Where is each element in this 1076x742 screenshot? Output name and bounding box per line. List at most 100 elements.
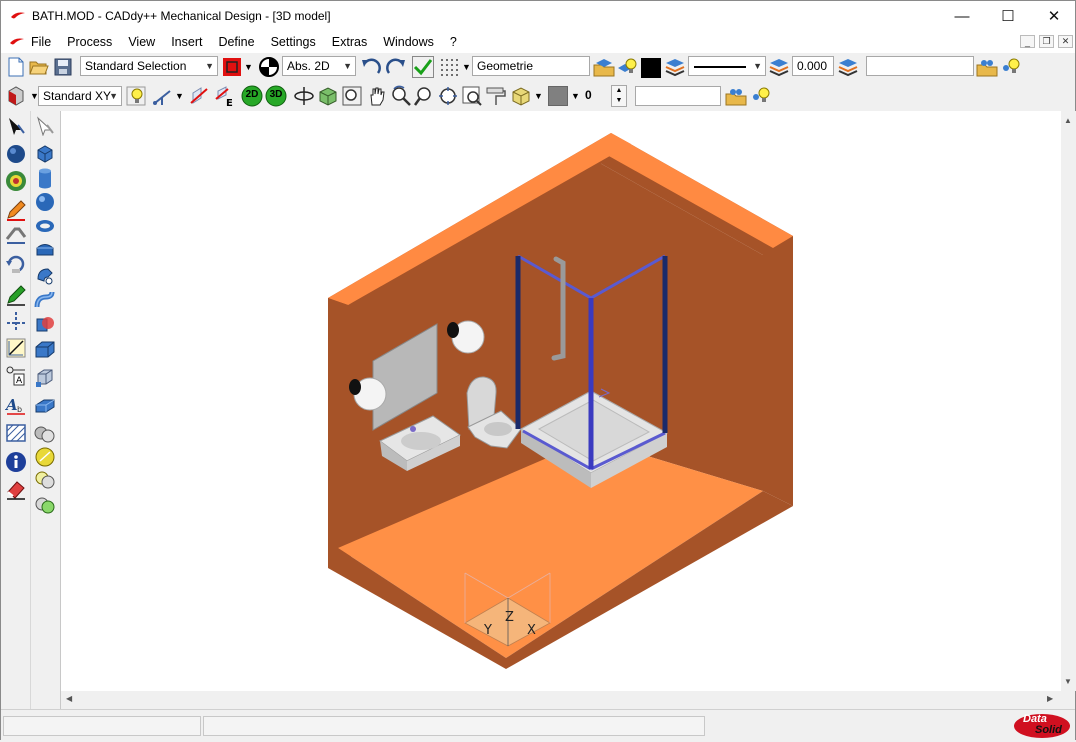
pen-layer-button[interactable] [837,56,859,78]
layer-stack-button[interactable] [664,56,686,78]
sphere-tool[interactable] [33,190,57,214]
revolve-tool[interactable] [33,264,57,288]
line-style-select[interactable]: ▼ [688,56,766,76]
menu-help[interactable]: ? [442,31,465,53]
spheres-pair-tool[interactable] [33,468,57,492]
transform-tool[interactable] [4,224,28,248]
scroll-right-icon[interactable]: ▶ [1047,694,1053,703]
color-picker-button[interactable] [221,56,243,78]
scroll-left-icon[interactable]: ◀ [66,694,72,703]
cone-tool[interactable] [33,238,57,262]
zoom-all-button[interactable] [341,85,363,107]
select-arrow-tool[interactable] [4,114,28,138]
layer-manager-button[interactable] [593,56,615,78]
edit-pencil-tool[interactable] [4,283,28,307]
chamfer-tool[interactable] [33,337,57,361]
coordinate-system-button[interactable] [152,85,174,107]
text-tool[interactable]: Ab [4,393,28,417]
mdi-close-button[interactable]: ✕ [1058,35,1073,48]
sweep-tool[interactable] [33,288,57,312]
menu-process[interactable]: Process [59,31,120,53]
zoom-window-button[interactable] [437,85,459,107]
mdi-minimize-button[interactable]: _ [1020,35,1035,48]
draw-pencil-tool[interactable] [4,198,28,222]
menu-insert[interactable]: Insert [163,31,210,53]
cylinder-tool[interactable] [33,166,57,190]
open-file-button[interactable] [28,56,50,78]
minimize-button[interactable]: — [939,1,985,31]
chevron-down-icon[interactable]: ▼ [534,91,543,101]
fillet-tool[interactable] [33,365,57,389]
group-manager-button-2[interactable] [725,85,747,107]
menu-settings[interactable]: Settings [263,31,324,53]
box-solid-tool[interactable] [33,142,57,166]
chevron-down-icon[interactable]: ▼ [244,62,253,72]
zoom-out-button[interactable] [390,85,412,107]
construction-lines-tool[interactable] [4,309,28,333]
group-name-field[interactable] [866,56,974,76]
lighting-button[interactable] [125,85,147,107]
extra-value-field[interactable] [635,86,721,106]
sphere-select-tool[interactable] [4,142,28,166]
sphere-yellow-tool[interactable] [33,445,57,469]
view-plane-select[interactable]: Standard XY ▼ [38,86,122,106]
text-attribute-tool[interactable]: A [4,364,28,388]
group-visibility-button[interactable] [1000,56,1022,78]
erase-tool[interactable] [4,477,28,501]
hatch-tool[interactable] [4,421,28,445]
mdi-restore-button[interactable]: ❐ [1039,35,1054,48]
info-tool[interactable] [4,450,28,474]
coord-mode-select[interactable]: Abs. 2D ▼ [282,56,356,76]
new-file-button[interactable] [5,56,27,78]
menu-extras[interactable]: Extras [324,31,375,53]
view-cube-button[interactable] [5,85,27,107]
group-visibility-button-2[interactable] [750,85,772,107]
section-edit-button[interactable]: E [214,85,236,107]
save-button[interactable] [52,56,74,78]
layer-name-field[interactable]: Geometrie [472,56,590,76]
paint-button[interactable] [485,85,507,107]
vertical-scrollbar[interactable]: ▲ ▼ [1061,111,1076,691]
view-3d-button[interactable]: 3D [265,85,287,107]
chevron-down-icon[interactable]: ▼ [175,91,184,101]
menu-windows[interactable]: Windows [375,31,442,53]
counter-spinner[interactable]: ▲ ▼ [611,85,627,107]
select-arrow-outline-tool[interactable] [33,114,57,138]
rotate-tool[interactable] [4,252,28,276]
scroll-down-icon[interactable]: ▼ [1064,677,1072,686]
group-manager-button[interactable] [976,56,998,78]
menu-file[interactable]: File [25,31,59,53]
redo-button[interactable] [385,56,407,78]
zoom-in-button[interactable] [413,85,435,107]
selection-mode-select[interactable]: Standard Selection ▼ [80,56,218,76]
shell-tool[interactable] [33,393,57,417]
material-button[interactable] [510,85,532,107]
boolean-tool[interactable] [33,312,57,336]
spheres-green-tool[interactable] [33,493,57,517]
render-button[interactable] [317,85,339,107]
counter-field[interactable]: 0 [581,86,611,106]
snap-target-button[interactable] [258,56,280,78]
doc-logo-icon[interactable] [9,37,25,47]
drawing-viewport[interactable]: Z Y X [61,111,1061,691]
scroll-up-icon[interactable]: ▲ [1064,116,1072,125]
color-ball-tool[interactable] [4,169,28,193]
chevron-down-icon[interactable]: ▼ [571,91,580,101]
gray-color-swatch[interactable] [548,86,568,106]
view-2d-button[interactable]: 2D [241,85,263,107]
section-plane-button[interactable] [189,85,211,107]
zoom-previous-button[interactable] [461,85,483,107]
maximize-button[interactable]: ☐ [985,1,1031,31]
confirm-button[interactable] [412,56,434,78]
pan-button[interactable] [366,85,388,107]
line-width-field[interactable]: 0.000 [792,56,834,76]
layer-visibility-button[interactable] [616,56,638,78]
menu-view[interactable]: View [120,31,163,53]
menu-define[interactable]: Define [210,31,262,53]
undo-button[interactable] [360,56,382,78]
orbit-button[interactable] [293,85,315,107]
line-width-button[interactable] [768,56,790,78]
chevron-down-icon[interactable]: ▼ [462,62,471,72]
torus-tool[interactable] [33,214,57,238]
horizontal-scrollbar[interactable]: ◀ ▶ [61,691,1061,709]
